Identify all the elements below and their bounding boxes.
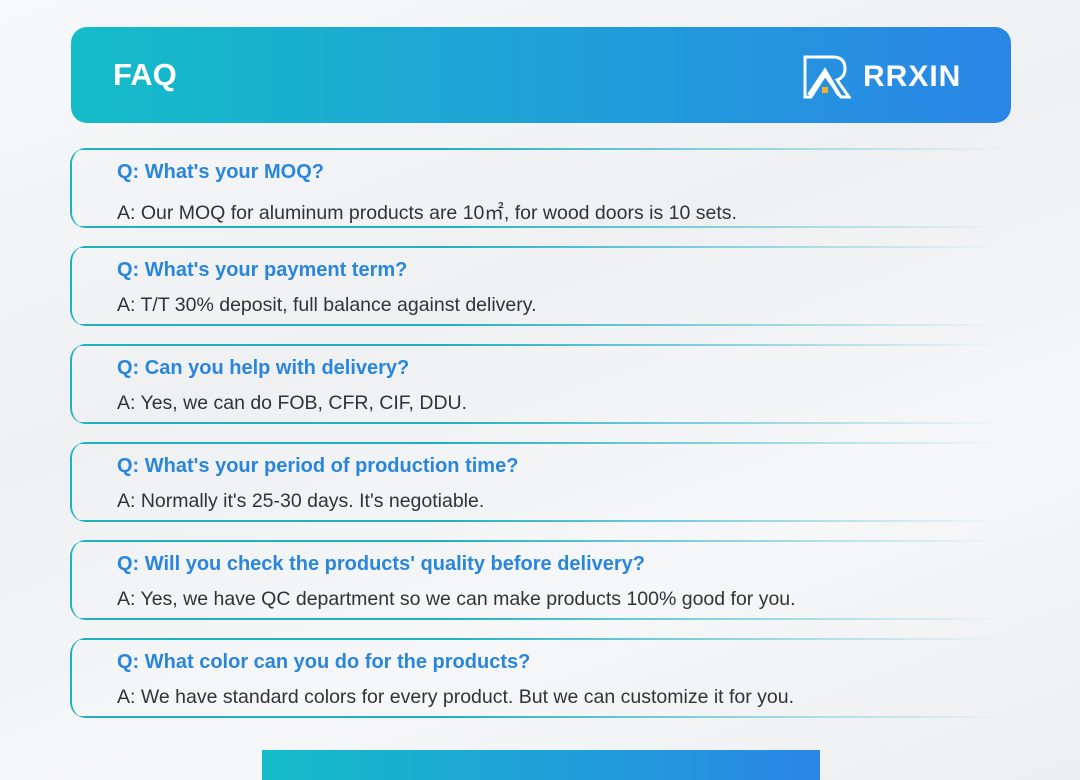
- faq-question: Q: Will you check the products' quality …: [117, 553, 646, 575]
- faq-answer: A: Yes, we have QC department so we can …: [117, 588, 796, 610]
- faq-item: Q: What color can you do for the product…: [70, 638, 1000, 718]
- faq-answer: A: Yes, we can do FOB, CFR, CIF, DDU.: [117, 392, 468, 414]
- brand-logo: RRXIN: [803, 55, 961, 99]
- brand-name: RRXIN: [863, 60, 962, 93]
- faq-item: Q: Will you check the products' quality …: [70, 540, 1000, 620]
- faq-question: Q: What's your MOQ?: [117, 161, 324, 183]
- faq-question: Q: What's your period of production time…: [117, 455, 519, 477]
- faq-item: Q: What's your MOQ? A: Our MOQ for alumin…: [70, 148, 1000, 228]
- faq-item: Q: Can you help with delivery? A: Yes, we…: [70, 344, 1000, 424]
- house-logo-icon: [803, 55, 851, 99]
- faq-question: Q: What color can you do for the product…: [117, 651, 531, 673]
- faq-header: FAQ RRXIN: [71, 27, 1011, 123]
- next-section-banner: [262, 750, 820, 780]
- faq-answer: A: Our MOQ for aluminum products are 10㎡…: [117, 202, 737, 224]
- faq-answer: A: We have standard colors for every pro…: [117, 686, 795, 708]
- faq-item: Q: What's your payment term? A: T/T 30% d…: [70, 246, 1000, 326]
- faq-answer: A: T/T 30% deposit, full balance against…: [117, 294, 537, 316]
- faq-question: Q: Can you help with delivery?: [117, 357, 410, 379]
- faq-answer: A: Normally it's 25-30 days. It's negoti…: [117, 490, 485, 512]
- faq-question: Q: What's your payment term?: [117, 259, 408, 281]
- faq-item: Q: What's your period of production time…: [70, 442, 1000, 522]
- page-title: FAQ: [113, 57, 177, 92]
